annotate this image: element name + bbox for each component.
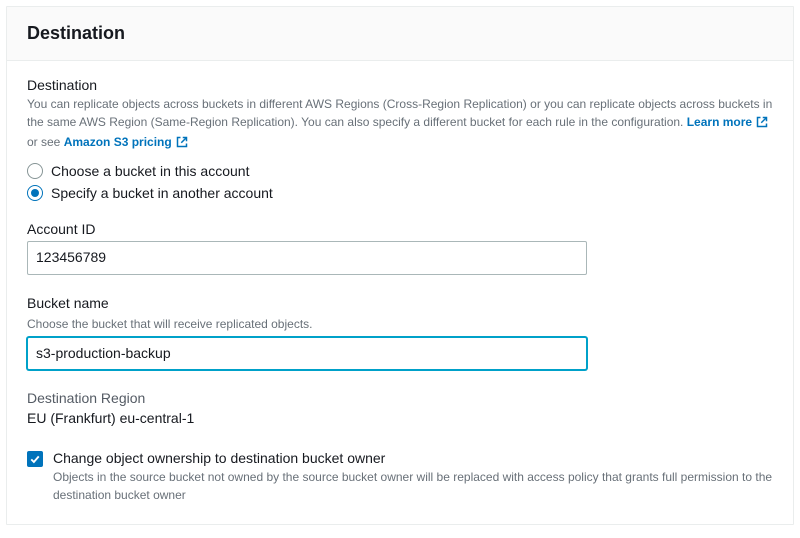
ownership-checkbox-row[interactable]: Change object ownership to destination b… xyxy=(27,450,773,504)
account-id-input[interactable] xyxy=(27,241,587,275)
panel-header: Destination xyxy=(7,7,793,61)
destination-region-value: EU (Frankfurt) eu-central-1 xyxy=(27,410,773,426)
radio-other-account[interactable]: Specify a bucket in another account xyxy=(27,185,773,201)
bucket-name-help: Choose the bucket that will receive repl… xyxy=(27,315,773,333)
destination-intro: Destination You can replicate objects ac… xyxy=(27,77,773,149)
bucket-source-radio-group: Choose a bucket in this account Specify … xyxy=(27,163,773,201)
ownership-checkbox-label: Change object ownership to destination b… xyxy=(53,450,773,466)
destination-region-group: Destination Region EU (Frankfurt) eu-cen… xyxy=(27,390,773,426)
external-link-icon xyxy=(756,116,768,128)
destination-description: You can replicate objects across buckets… xyxy=(27,95,773,131)
radio-icon xyxy=(27,185,43,201)
radio-same-account[interactable]: Choose a bucket in this account xyxy=(27,163,773,179)
bucket-name-label: Bucket name xyxy=(27,295,773,311)
radio-label: Specify a bucket in another account xyxy=(51,185,273,201)
checkbox-checked-icon xyxy=(27,451,43,467)
radio-icon xyxy=(27,163,43,179)
checkbox-body: Change object ownership to destination b… xyxy=(53,450,773,504)
radio-label: Choose a bucket in this account xyxy=(51,163,249,179)
destination-description-text: You can replicate objects across buckets… xyxy=(27,97,772,129)
account-id-group: Account ID xyxy=(27,221,773,275)
bucket-name-group: Bucket name Choose the bucket that will … xyxy=(27,295,773,371)
destination-region-label: Destination Region xyxy=(27,390,773,406)
or-see-line: or see Amazon S3 pricing xyxy=(27,135,773,149)
panel-title: Destination xyxy=(27,23,773,44)
account-id-label: Account ID xyxy=(27,221,773,237)
panel-body: Destination You can replicate objects ac… xyxy=(7,61,793,524)
external-link-icon xyxy=(176,136,188,148)
destination-panel: Destination Destination You can replicat… xyxy=(6,6,794,525)
or-see-text: or see xyxy=(27,135,64,149)
s3-pricing-link[interactable]: Amazon S3 pricing xyxy=(64,135,188,149)
destination-heading: Destination xyxy=(27,77,773,93)
learn-more-link[interactable]: Learn more xyxy=(687,113,768,131)
bucket-name-input[interactable] xyxy=(27,337,587,371)
ownership-checkbox-help: Objects in the source bucket not owned b… xyxy=(53,468,773,504)
